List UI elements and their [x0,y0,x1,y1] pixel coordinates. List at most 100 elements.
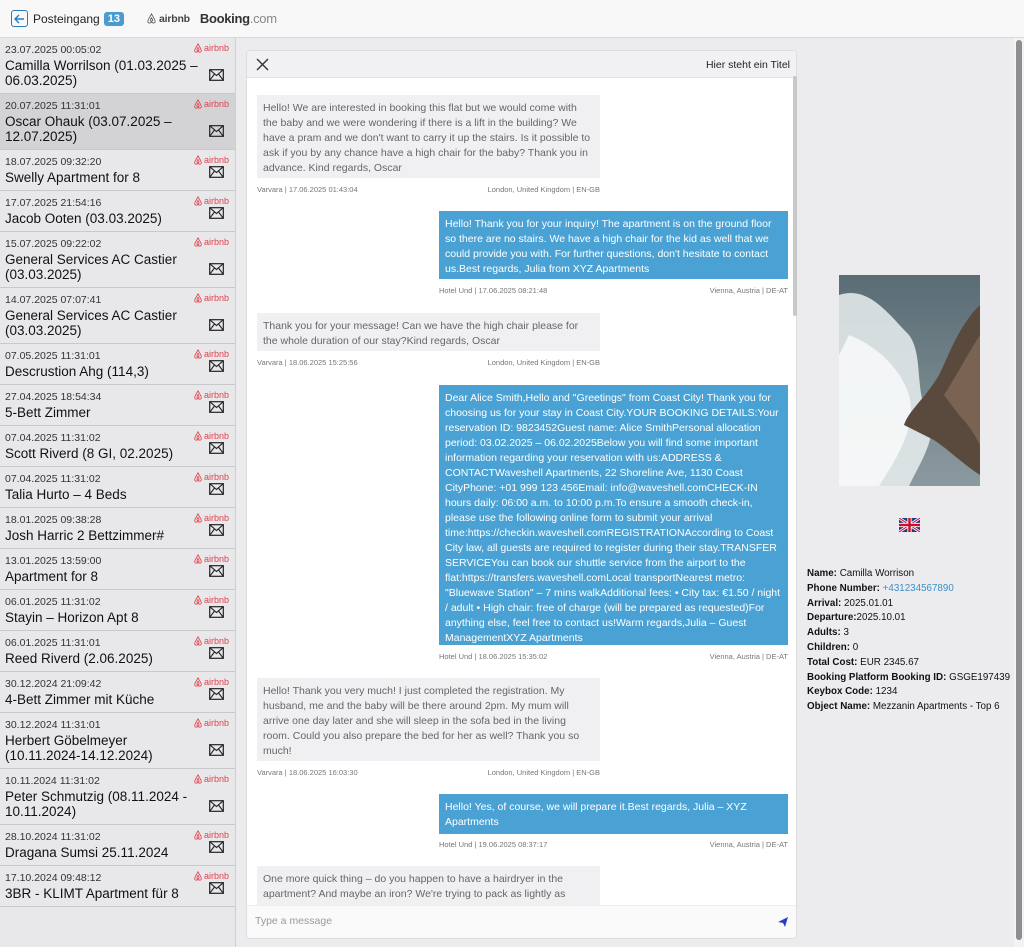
conversation-item[interactable]: 15.07.2025 09:22:02 General Services AC C… [0,232,235,288]
envelope-icon[interactable] [209,400,224,418]
total-value: EUR 2345.67 [860,656,919,668]
message-sender: Hotel Und | 18.06.2025 15:35:02 [439,652,548,661]
keybox-value: 1234 [875,686,898,698]
airbnb-logo-icon [194,43,202,53]
platform-label: airbnb [203,636,229,646]
envelope-icon[interactable] [209,124,224,142]
children-value: 0 [852,641,859,653]
envelope-icon[interactable] [209,799,224,817]
envelope-icon[interactable] [209,68,224,86]
conversation-item[interactable]: 18.01.2025 09:38:28 Josh Harric 2 Bettzim… [0,508,235,549]
conversation-item[interactable]: 17.10.2024 09:48:12 3BR - KLIMT Apartment… [0,866,235,907]
guest-phone-row: Phone Number: +431234567890 [807,582,1017,597]
envelope-icon[interactable] [209,881,224,899]
conversation-item[interactable]: 23.07.2025 00:05:02 Camilla Worrilson (01… [0,38,235,94]
envelope-icon[interactable] [209,206,224,224]
platform-badge: airbnb [193,99,229,109]
envelope-icon[interactable] [209,441,224,459]
page-scrollbar[interactable] [1014,38,1024,947]
platform-label: airbnb [203,595,229,605]
top-bar: Posteingang 13 airbnb Booking.com [0,0,1024,38]
platform-badge: airbnb [193,595,229,605]
outgoing-message: Hello! Thank you for your inquiry! The a… [439,211,788,279]
platform-label: airbnb [203,830,229,840]
envelope-icon[interactable] [209,523,224,541]
incoming-message: Thank you for your message! Can we have … [257,313,600,351]
message-thread[interactable]: Hello! We are interested in booking this… [247,78,796,906]
envelope-icon[interactable] [209,482,224,500]
platform-badge: airbnb [193,43,229,53]
platform-badge: airbnb [193,237,229,247]
arrival-row: Arrival: 2025.01.01 [807,597,1017,612]
envelope-icon[interactable] [209,165,224,183]
send-icon[interactable] [777,916,789,928]
conversation-item[interactable]: 07.04.2025 11:31:02 Talia Hurto – 4 Beds a… [0,467,235,508]
envelope-icon[interactable] [209,318,224,336]
envelope-icon[interactable] [209,359,224,377]
keybox-row: Keybox Code: 1234 [807,685,1017,700]
booking-filter[interactable]: Booking.com [200,11,277,26]
conversation-item[interactable]: 30.12.2024 21:09:42 4-Bett Zimmer mit Küc… [0,672,235,713]
envelope-icon[interactable] [209,605,224,623]
platform-label: airbnb [203,43,229,53]
airbnb-logo-icon [194,830,202,840]
platform-label: airbnb [203,718,229,728]
platform-badge: airbnb [193,431,229,441]
conversation-item[interactable]: 18.07.2025 09:32:20 Swelly Apartment for … [0,150,235,191]
guest-phone-link[interactable]: +431234567890 [883,583,954,594]
envelope-icon[interactable] [209,262,224,280]
envelope-icon[interactable] [209,743,224,761]
conversation-item[interactable]: 27.04.2025 18:54:34 5-Bett Zimmer airbnb [0,385,235,426]
page-scrollbar-thumb[interactable] [1016,40,1022,940]
booking-label: Booking [199,11,250,26]
message-location: Vienna, Austria | DE-AT [709,652,788,661]
guest-phone-label: Phone Number: [807,582,880,594]
conversation-list[interactable]: 23.07.2025 00:05:02 Camilla Worrilson (01… [0,38,236,947]
conversation-item[interactable]: 06.01.2025 11:31:02 Stayin – Horizon Apt … [0,590,235,631]
airbnb-filter[interactable]: airbnb [146,13,190,25]
guest-details: Name: Camilla Worrison Phone Number: +43… [807,567,1017,715]
airbnb-logo-icon [194,237,202,247]
close-icon[interactable] [254,56,271,73]
airbnb-logo-icon [194,554,202,564]
conversation-item[interactable]: 14.07.2025 07:07:41 General Services AC C… [0,288,235,344]
conversation-item[interactable]: 07.05.2025 11:31:01 Descrustion Ahg (114,… [0,344,235,385]
airbnb-logo-icon [194,293,202,303]
envelope-icon[interactable] [209,646,224,664]
conversation-item[interactable]: 28.10.2024 11:31:02 Dragana Sumsi 25.11.2… [0,825,235,866]
platform-badge: airbnb [193,636,229,646]
platform-label: airbnb [203,293,229,303]
airbnb-logo-icon [194,774,202,784]
conversation-item[interactable]: 06.01.2025 11:31:01 Reed Riverd (2.06.202… [0,631,235,672]
conversation-item[interactable]: 07.04.2025 11:31:02 Scott Riverd (8 GI, 0… [0,426,235,467]
outgoing-message: Dear Alice Smith,Hello and "Greetings" f… [439,385,788,645]
departure-value: 2025.10.01 [856,612,906,624]
conversation-name: 3BR - KLIMT Apartment für 8 [5,886,179,901]
conversation-name: Josh Harric 2 Bettzimmer# [5,528,165,543]
message-meta: Hotel Und | 18.06.2025 15:35:02 Vienna, A… [439,652,788,661]
object-row: Object Name: Mezzanin Apartments - Top 6 [807,700,1017,715]
conversation-item[interactable]: 30.12.2024 11:31:01 Herbert Göbelmeyer (1… [0,713,235,769]
inbox-label[interactable]: Posteingang [33,12,100,26]
back-arrow-icon[interactable] [11,10,28,27]
chat-scrollbar[interactable] [793,76,797,316]
arrival-label: Arrival: [807,597,842,609]
message-input[interactable] [255,915,755,927]
envelope-icon[interactable] [209,687,224,705]
conversation-item[interactable]: 20.07.2025 11:31:01 Oscar Ohauk (03.07.20… [0,94,235,150]
conversation-name: Swelly Apartment for 8 [5,170,141,185]
platform-label: airbnb [203,472,229,482]
platform-label: airbnb [203,155,229,165]
message-sender: Varvara | 18.06.2025 16:03:30 [257,768,358,777]
airbnb-logo-icon [194,349,202,359]
conversation-item[interactable]: 13.01.2025 13:59:00 Apartment for 8 airbnb [0,549,235,590]
envelope-icon[interactable] [209,564,224,582]
conversation-name: 5-Bett Zimmer [5,405,91,420]
message-sender: Varvara | 18.06.2025 15:25:56 [257,358,358,367]
envelope-icon[interactable] [209,840,224,858]
message-location: Vienna, Austria | DE-AT [709,840,788,849]
platform-badge: airbnb [193,677,229,687]
airbnb-logo-icon [194,677,202,687]
conversation-item[interactable]: 10.11.2024 11:31:02 Peter Schmutzig (08.1… [0,769,235,825]
conversation-item[interactable]: 17.07.2025 21:54:16 Jacob Ooten (03.03.20… [0,191,235,232]
